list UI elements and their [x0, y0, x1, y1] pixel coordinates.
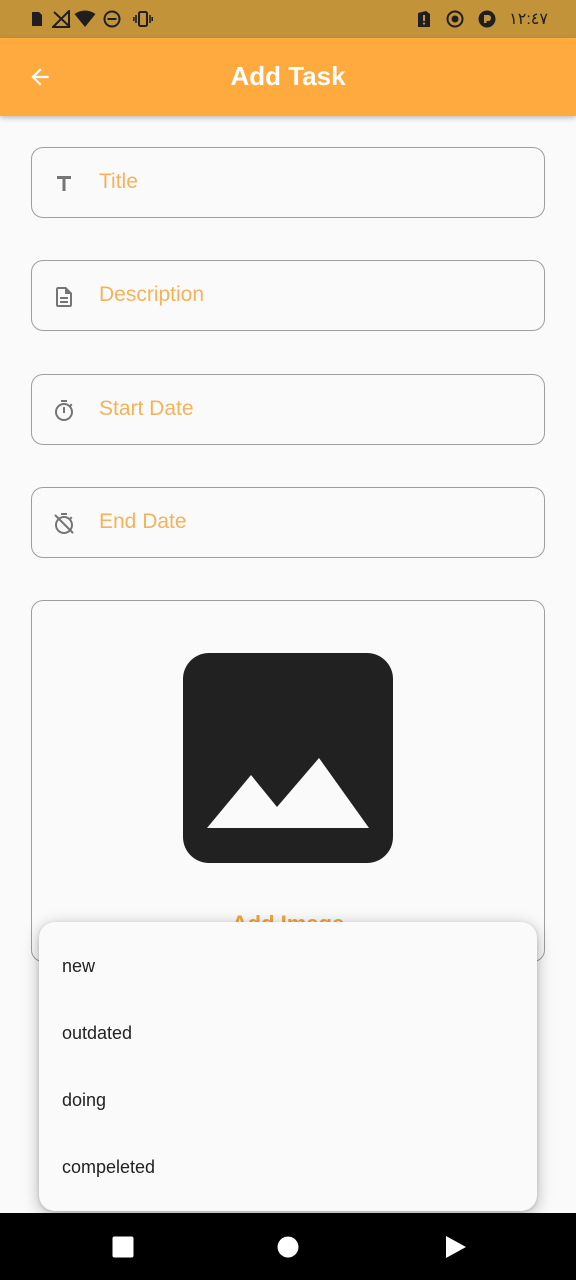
sim-icon [32, 12, 42, 26]
record-icon [446, 10, 464, 28]
back-nav-button[interactable] [441, 1233, 469, 1261]
nav-bar [0, 1213, 576, 1280]
menu-item-compeleted[interactable]: compeleted [39, 1134, 537, 1201]
description-field[interactable]: Description [31, 260, 545, 331]
page-title: Add Task [230, 61, 346, 91]
description-icon [56, 287, 72, 307]
image-picker-card[interactable]: Add Image [31, 600, 545, 962]
title-icon [57, 176, 71, 191]
menu-item-outdated[interactable]: outdated [39, 1000, 537, 1067]
timer-icon [55, 400, 73, 421]
end-date-field[interactable]: End Date [31, 487, 545, 558]
title-placeholder: Title [99, 170, 138, 193]
title-field[interactable]: Title [31, 147, 545, 218]
app-bar: Add Task [0, 38, 576, 116]
app-icon [478, 10, 496, 28]
clock: ١٢:٤٧ [509, 11, 548, 28]
recents-button[interactable] [109, 1233, 137, 1261]
do-not-disturb-icon [103, 10, 121, 28]
image-icon [183, 653, 393, 863]
vibrate-icon [133, 11, 153, 27]
home-button[interactable] [274, 1233, 302, 1261]
alert-icon [418, 11, 430, 27]
start-date-field[interactable]: Start Date [31, 374, 545, 445]
status-bar: ١٢:٤٧ [0, 0, 576, 38]
description-placeholder: Description [99, 283, 205, 306]
menu-item-doing[interactable]: doing [39, 1067, 537, 1134]
menu-item-new[interactable]: new [39, 933, 537, 1000]
status-menu: new outdated doing compeleted [39, 922, 537, 1211]
timer-off-icon [54, 513, 74, 534]
no-signal-icon [52, 10, 71, 28]
wifi-icon [74, 10, 96, 27]
start-date-placeholder: Start Date [99, 397, 194, 420]
end-date-placeholder: End Date [99, 510, 187, 533]
